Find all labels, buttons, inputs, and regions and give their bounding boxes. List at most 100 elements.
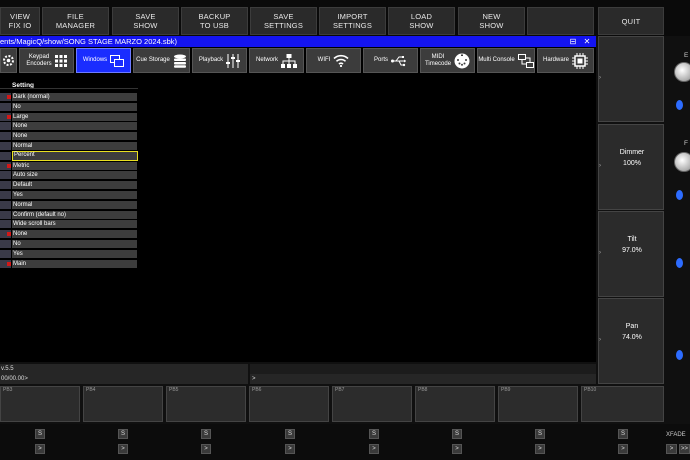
settings-value[interactable]: Normal <box>12 142 137 150</box>
select-button[interactable]: S <box>535 429 545 439</box>
go-button[interactable]: > <box>535 444 545 454</box>
playback-pb4[interactable]: PB4 <box>83 386 163 422</box>
go-button[interactable]: > <box>35 444 45 454</box>
go-button[interactable]: > <box>118 444 128 454</box>
settings-row[interactable]: No <box>0 240 138 248</box>
tab-playback[interactable]: Playback <box>192 48 247 73</box>
tab-settings[interactable] <box>0 48 17 73</box>
command-line-input[interactable]: > <box>250 374 596 384</box>
settings-value[interactable]: Yes <box>12 249 137 258</box>
playback-pb7[interactable]: PB7 <box>332 386 412 422</box>
select-button[interactable]: S <box>35 429 45 439</box>
playback-pb6[interactable]: PB6 <box>249 386 329 422</box>
settings-row[interactable]: None <box>0 230 138 239</box>
tab-multi-console-label: Multi Console <box>478 57 515 63</box>
tab-midi-timecode-label: MIDI Timecode <box>424 53 452 67</box>
file-manager-button[interactable]: FILE MANAGER <box>42 7 109 35</box>
settings-value[interactable]: Dark (normal) <box>12 93 137 101</box>
encoder-knob-f[interactable] <box>674 152 690 172</box>
maximize-icon[interactable]: ⊟ <box>568 36 578 47</box>
settings-row[interactable]: Normal <box>0 200 138 209</box>
select-button[interactable]: S <box>201 429 211 439</box>
tab-wifi[interactable]: WIFI <box>306 48 361 73</box>
tab-hardware[interactable]: Hardware <box>537 48 594 73</box>
settings-value[interactable]: None <box>12 122 137 131</box>
settings-value[interactable]: Default <box>12 181 137 190</box>
go-button[interactable]: > <box>285 444 295 454</box>
select-button[interactable]: S <box>369 429 379 439</box>
settings-value[interactable]: Confirm (default no) <box>12 210 137 219</box>
playback-pb9[interactable]: PB9 <box>498 386 578 422</box>
select-button[interactable]: S <box>452 429 462 439</box>
row-marker <box>0 151 11 160</box>
settings-value[interactable]: Wide scroll bars <box>12 220 137 229</box>
load-show-button[interactable]: LOAD SHOW <box>388 7 455 35</box>
settings-row[interactable]: Confirm (default no) <box>0 210 138 219</box>
settings-value[interactable]: Yes <box>12 191 137 199</box>
row-marker <box>0 132 11 141</box>
settings-value[interactable]: Large <box>12 112 137 121</box>
settings-value[interactable]: Percent <box>12 150 138 161</box>
settings-value[interactable]: None <box>12 132 137 141</box>
settings-value[interactable]: Metric <box>12 161 137 170</box>
tab-midi-timecode[interactable]: MIDI Timecode <box>420 48 475 73</box>
settings-row[interactable]: None <box>0 132 138 141</box>
go-button[interactable]: > <box>618 444 628 454</box>
settings-row[interactable]: None <box>0 122 138 131</box>
settings-value[interactable]: Normal <box>12 200 137 209</box>
settings-row[interactable]: Yes <box>0 191 138 199</box>
settings-value[interactable]: None <box>12 230 137 239</box>
blank-menu-button[interactable] <box>527 7 594 35</box>
playback-pb10[interactable]: PB10 <box>581 386 664 422</box>
settings-row[interactable]: Yes <box>0 249 138 258</box>
top-menu-bar: VIEW FIX IO FILE MANAGER SAVE SHOW BACKU… <box>0 0 690 36</box>
encoder-knob-e[interactable] <box>674 62 690 82</box>
encoder-tilt[interactable]: › Tilt 97.0% <box>598 211 664 297</box>
settings-row[interactable]: No <box>0 102 138 111</box>
playback-pb3[interactable]: PB3 <box>0 386 80 422</box>
settings-value[interactable]: Main <box>12 259 137 268</box>
settings-row[interactable]: Main <box>0 259 138 268</box>
encoder-dimmer[interactable]: › Dimmer 100% <box>598 124 664 210</box>
backup-to-usb-button[interactable]: BACKUP TO USB <box>181 7 248 35</box>
settings-row[interactable]: Metric <box>0 161 138 170</box>
encoder-pan[interactable]: › Pan 74.0% <box>598 298 664 384</box>
tab-ports[interactable]: Ports <box>363 48 418 73</box>
settings-value[interactable]: No <box>12 102 137 111</box>
import-settings-button[interactable]: IMPORT SETTINGS <box>319 7 386 35</box>
quit-button[interactable]: QUIT <box>598 7 664 35</box>
encoder-blank[interactable]: › <box>598 36 664 122</box>
playback-pb5[interactable]: PB5 <box>166 386 246 422</box>
tab-keypad-encoders[interactable]: Keypad Encoders <box>19 48 74 73</box>
settings-row[interactable]: Normal <box>0 142 138 150</box>
settings-row[interactable]: Large <box>0 112 138 121</box>
go-button[interactable]: > <box>201 444 211 454</box>
settings-row[interactable]: Percent <box>0 150 138 161</box>
settings-row[interactable]: Auto size <box>0 171 138 180</box>
go-button[interactable]: > <box>369 444 379 454</box>
settings-value[interactable]: Auto size <box>12 171 137 180</box>
go-button[interactable]: > <box>452 444 462 454</box>
chevron-right-icon: › <box>599 75 601 81</box>
save-settings-button[interactable]: SAVE SETTINGS <box>250 7 317 35</box>
row-marker <box>0 142 11 150</box>
save-show-button[interactable]: SAVE SHOW <box>112 7 179 35</box>
tab-windows[interactable]: Windows <box>76 48 131 73</box>
settings-row[interactable]: Dark (normal) <box>0 93 138 101</box>
settings-value[interactable]: No <box>12 240 137 248</box>
select-button[interactable]: S <box>285 429 295 439</box>
tab-multi-console[interactable]: Multi Console <box>477 48 535 73</box>
settings-row[interactable]: Default <box>0 181 138 190</box>
close-icon[interactable]: ✕ <box>582 36 592 47</box>
settings-row[interactable]: Wide scroll bars <box>0 220 138 229</box>
playback-pb8[interactable]: PB8 <box>415 386 495 422</box>
xfade-fast-button[interactable]: >> <box>679 444 690 454</box>
tab-cue-storage[interactable]: Cue Storage <box>133 48 190 73</box>
select-button[interactable]: S <box>618 429 628 439</box>
tab-network[interactable]: Network <box>249 48 304 73</box>
view-fix-io-button[interactable]: VIEW FIX IO <box>0 7 40 35</box>
xfade-go-button[interactable]: > <box>666 444 677 454</box>
select-button[interactable]: S <box>118 429 128 439</box>
new-show-button[interactable]: NEW SHOW <box>458 7 525 35</box>
usb-icon <box>391 55 406 66</box>
